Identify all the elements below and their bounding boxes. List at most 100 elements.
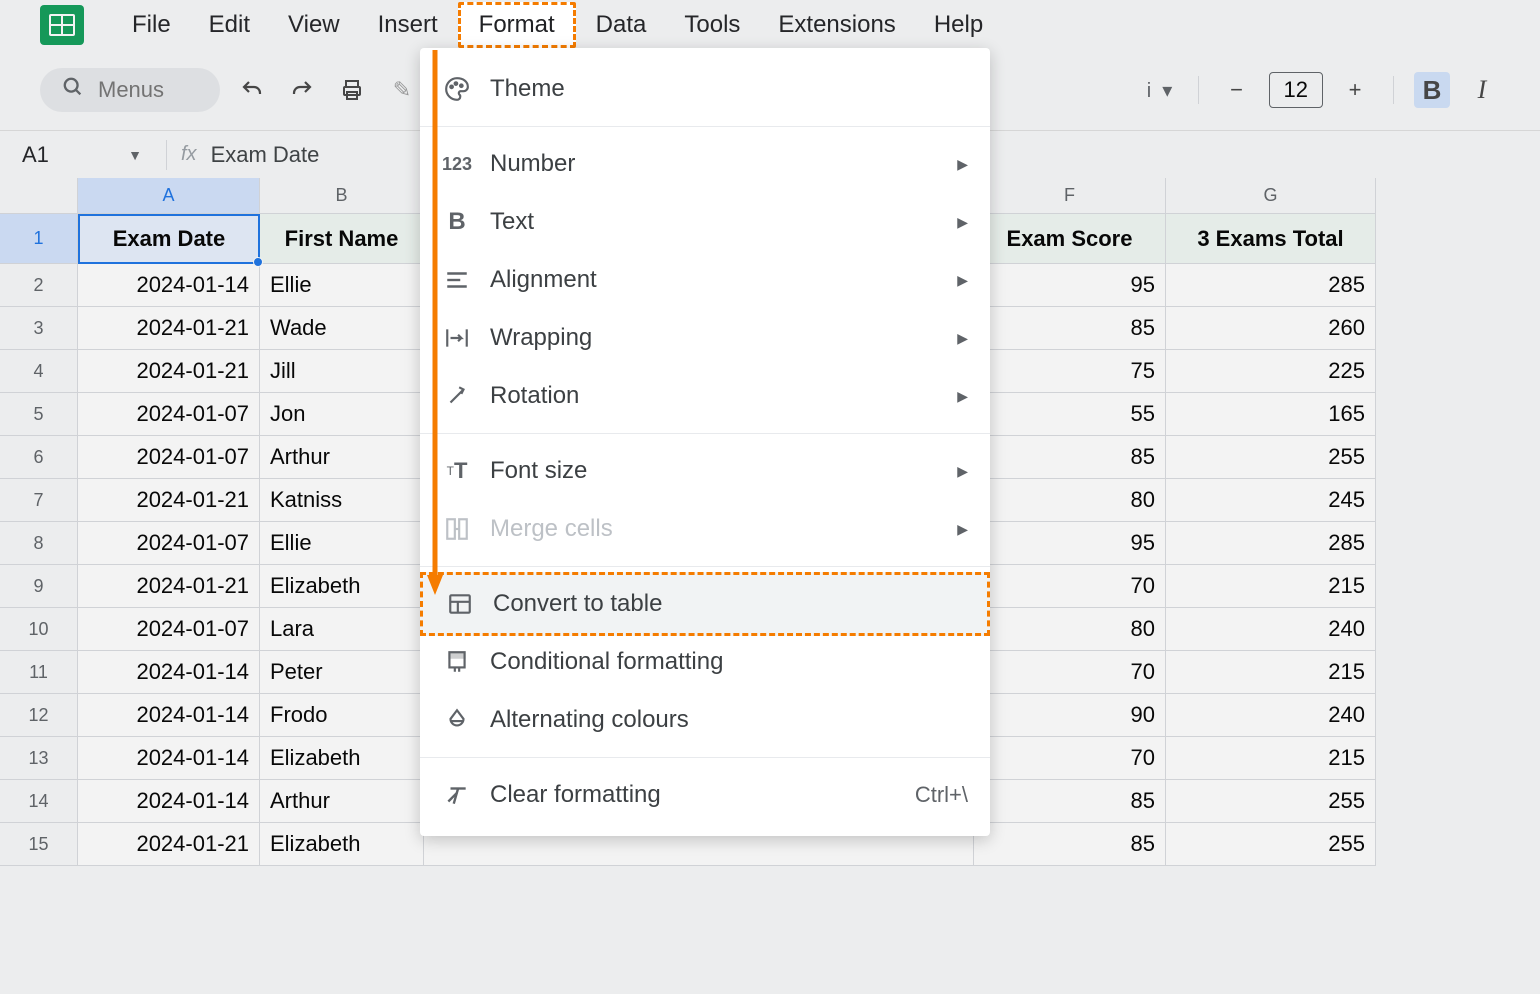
menu-view[interactable]: View xyxy=(270,5,358,45)
menu-theme[interactable]: Theme xyxy=(420,60,990,118)
cell[interactable]: Frodo xyxy=(260,694,424,737)
font-size-increase[interactable]: + xyxy=(1337,72,1373,108)
cell[interactable]: 90 xyxy=(974,694,1166,737)
select-all-corner[interactable] xyxy=(0,178,78,214)
cell[interactable]: 2024-01-21 xyxy=(78,307,260,350)
cell[interactable]: 2024-01-21 xyxy=(78,565,260,608)
formula-content[interactable]: Exam Date xyxy=(211,142,320,168)
cell[interactable]: Jon xyxy=(260,393,424,436)
menu-alignment[interactable]: Alignment ▶ xyxy=(420,251,990,309)
menu-tools[interactable]: Tools xyxy=(666,5,758,45)
row-header[interactable]: 13 xyxy=(0,737,78,780)
row-header[interactable]: 4 xyxy=(0,350,78,393)
cell[interactable]: 2024-01-21 xyxy=(78,479,260,522)
col-header-A[interactable]: A xyxy=(78,178,260,214)
cell[interactable]: 85 xyxy=(974,823,1166,866)
cell[interactable]: 95 xyxy=(974,522,1166,565)
cell[interactable]: Ellie xyxy=(260,264,424,307)
cell[interactable]: 255 xyxy=(1166,436,1376,479)
paint-format-button[interactable]: ✎ xyxy=(384,72,420,108)
cell[interactable]: 70 xyxy=(974,737,1166,780)
cell[interactable]: Peter xyxy=(260,651,424,694)
cell-G1[interactable]: 3 Exams Total xyxy=(1166,214,1376,264)
row-header[interactable]: 2 xyxy=(0,264,78,307)
row-header[interactable]: 15 xyxy=(0,823,78,866)
cell[interactable]: Katniss xyxy=(260,479,424,522)
cell[interactable]: 215 xyxy=(1166,651,1376,694)
menu-search-input[interactable] xyxy=(98,77,198,103)
row-header[interactable]: 6 xyxy=(0,436,78,479)
cell[interactable]: Ellie xyxy=(260,522,424,565)
menu-alternating-colours[interactable]: Alternating colours xyxy=(420,691,990,749)
cell[interactable]: 240 xyxy=(1166,694,1376,737)
cell[interactable]: 2024-01-07 xyxy=(78,522,260,565)
selection-handle[interactable] xyxy=(253,257,263,267)
cell[interactable]: 2024-01-21 xyxy=(78,823,260,866)
cell[interactable]: 95 xyxy=(974,264,1166,307)
row-header[interactable]: 11 xyxy=(0,651,78,694)
cell[interactable]: 285 xyxy=(1166,522,1376,565)
name-box[interactable]: A1 ▼ xyxy=(12,142,152,168)
bold-button[interactable]: B xyxy=(1414,72,1450,108)
row-header[interactable]: 3 xyxy=(0,307,78,350)
cell[interactable]: 2024-01-14 xyxy=(78,737,260,780)
menu-convert-to-table[interactable]: Convert to table xyxy=(420,572,990,636)
cell[interactable]: 240 xyxy=(1166,608,1376,651)
print-button[interactable] xyxy=(334,72,370,108)
cell[interactable]: 2024-01-07 xyxy=(78,608,260,651)
cell[interactable]: 85 xyxy=(974,436,1166,479)
menu-search[interactable] xyxy=(40,68,220,112)
menu-help[interactable]: Help xyxy=(916,5,1001,45)
cell[interactable]: 260 xyxy=(1166,307,1376,350)
menu-number[interactable]: 123 Number ▶ xyxy=(420,135,990,193)
cell[interactable]: 75 xyxy=(974,350,1166,393)
cell[interactable]: 2024-01-14 xyxy=(78,694,260,737)
cell[interactable]: 2024-01-07 xyxy=(78,393,260,436)
cell[interactable]: 215 xyxy=(1166,565,1376,608)
redo-button[interactable] xyxy=(284,72,320,108)
cell-F1[interactable]: Exam Score xyxy=(974,214,1166,264)
row-header[interactable]: 14 xyxy=(0,780,78,823)
menu-wrapping[interactable]: Wrapping ▶ xyxy=(420,309,990,367)
row-header[interactable]: 7 xyxy=(0,479,78,522)
row-header[interactable]: 5 xyxy=(0,393,78,436)
col-header-B[interactable]: B xyxy=(260,178,424,214)
italic-button[interactable]: I xyxy=(1464,72,1500,108)
col-header-G[interactable]: G xyxy=(1166,178,1376,214)
menu-edit[interactable]: Edit xyxy=(191,5,268,45)
cell[interactable]: 2024-01-14 xyxy=(78,780,260,823)
menu-insert[interactable]: Insert xyxy=(360,5,456,45)
menu-conditional-formatting[interactable]: Conditional formatting xyxy=(420,633,990,691)
cell[interactable]: 2024-01-14 xyxy=(78,264,260,307)
cell[interactable]: Jill xyxy=(260,350,424,393)
menu-data[interactable]: Data xyxy=(578,5,665,45)
col-header-F[interactable]: F xyxy=(974,178,1166,214)
sheets-logo[interactable] xyxy=(40,5,84,45)
cell[interactable]: 55 xyxy=(974,393,1166,436)
cell[interactable]: 2024-01-21 xyxy=(78,350,260,393)
cell[interactable]: 80 xyxy=(974,608,1166,651)
menu-extensions[interactable]: Extensions xyxy=(760,5,913,45)
menu-font-size[interactable]: TT Font size ▶ xyxy=(420,442,990,500)
cell[interactable]: Arthur xyxy=(260,436,424,479)
cell[interactable]: 215 xyxy=(1166,737,1376,780)
cell[interactable]: 80 xyxy=(974,479,1166,522)
cell-B1[interactable]: First Name xyxy=(260,214,424,264)
cell[interactable]: 225 xyxy=(1166,350,1376,393)
cell[interactable]: 70 xyxy=(974,565,1166,608)
menu-rotation[interactable]: Rotation ▶ xyxy=(420,367,990,425)
cell[interactable]: Elizabeth xyxy=(260,823,424,866)
cell[interactable]: Wade xyxy=(260,307,424,350)
cell[interactable]: Elizabeth xyxy=(260,565,424,608)
cell[interactable]: 70 xyxy=(974,651,1166,694)
row-header[interactable]: 12 xyxy=(0,694,78,737)
menu-clear-formatting[interactable]: Clear formatting Ctrl+\ xyxy=(420,766,990,824)
cell[interactable]: 255 xyxy=(1166,780,1376,823)
font-size-decrease[interactable]: − xyxy=(1219,72,1255,108)
cell[interactable]: 245 xyxy=(1166,479,1376,522)
cell[interactable]: Arthur xyxy=(260,780,424,823)
cell[interactable]: 85 xyxy=(974,307,1166,350)
cell[interactable]: 85 xyxy=(974,780,1166,823)
row-header[interactable]: 8 xyxy=(0,522,78,565)
cell[interactable]: 2024-01-14 xyxy=(78,651,260,694)
